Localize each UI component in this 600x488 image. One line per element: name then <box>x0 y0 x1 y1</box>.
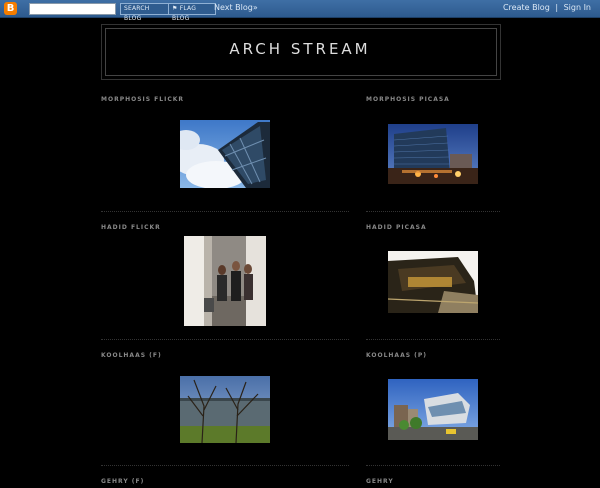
photo-koolhaas-f[interactable] <box>180 376 270 443</box>
widget-gehry-f: GEHRY (F) <box>101 478 349 488</box>
widget-hadid-flickr: HADID FLICKR <box>101 224 349 344</box>
widget-divider <box>366 339 500 340</box>
sign-in-link[interactable]: Sign In <box>564 3 591 12</box>
search-blog-button[interactable]: SEARCH BLOG <box>120 3 170 22</box>
widget-hadid-picasa: HADID PICASA <box>366 224 500 344</box>
blog-title[interactable]: ARCH STREAM <box>105 40 495 58</box>
widget-gehry: GEHRY <box>366 478 500 488</box>
widget-koolhaas-f: KOOLHAAS (F) <box>101 352 349 472</box>
photo-hadid-picasa[interactable] <box>388 251 478 313</box>
widget-morphosis-picasa: MORPHOSIS PICASA <box>366 96 500 216</box>
widget-divider <box>366 211 500 212</box>
widget-title: KOOLHAAS (F) <box>101 352 162 359</box>
blogger-navbar: B SEARCH BLOG ⚑ FLAG BLOG Next Blog» Cre… <box>0 0 600 22</box>
blogger-logo-icon[interactable]: B <box>4 2 17 15</box>
widget-divider <box>366 465 500 466</box>
widget-title: HADID FLICKR <box>101 224 161 231</box>
photo-morphosis-flickr[interactable] <box>180 120 270 188</box>
flag-icon: ⚑ <box>172 5 178 12</box>
navbar-account-links: Create Blog | Sign In <box>503 3 591 12</box>
search-input[interactable] <box>29 3 116 15</box>
create-blog-link[interactable]: Create Blog <box>503 3 550 12</box>
widget-koolhaas-p: KOOLHAAS (P) <box>366 352 500 472</box>
widget-title: MORPHOSIS PICASA <box>366 96 450 103</box>
photo-hadid-flickr[interactable] <box>184 236 266 326</box>
widget-title: HADID PICASA <box>366 224 427 231</box>
widget-divider <box>101 339 349 340</box>
widget-divider <box>101 465 349 466</box>
widget-morphosis-flickr: MORPHOSIS FLICKR <box>101 96 349 216</box>
widget-title: MORPHOSIS FLICKR <box>101 96 185 103</box>
flag-blog-button[interactable]: ⚑ FLAG BLOG <box>168 3 216 22</box>
photo-koolhaas-p[interactable] <box>388 379 478 440</box>
separator: | <box>555 3 559 12</box>
widget-divider <box>101 211 349 212</box>
next-blog-link[interactable]: Next Blog» <box>214 3 258 12</box>
photo-morphosis-picasa[interactable] <box>388 124 478 184</box>
widget-title: KOOLHAAS (P) <box>366 352 428 359</box>
